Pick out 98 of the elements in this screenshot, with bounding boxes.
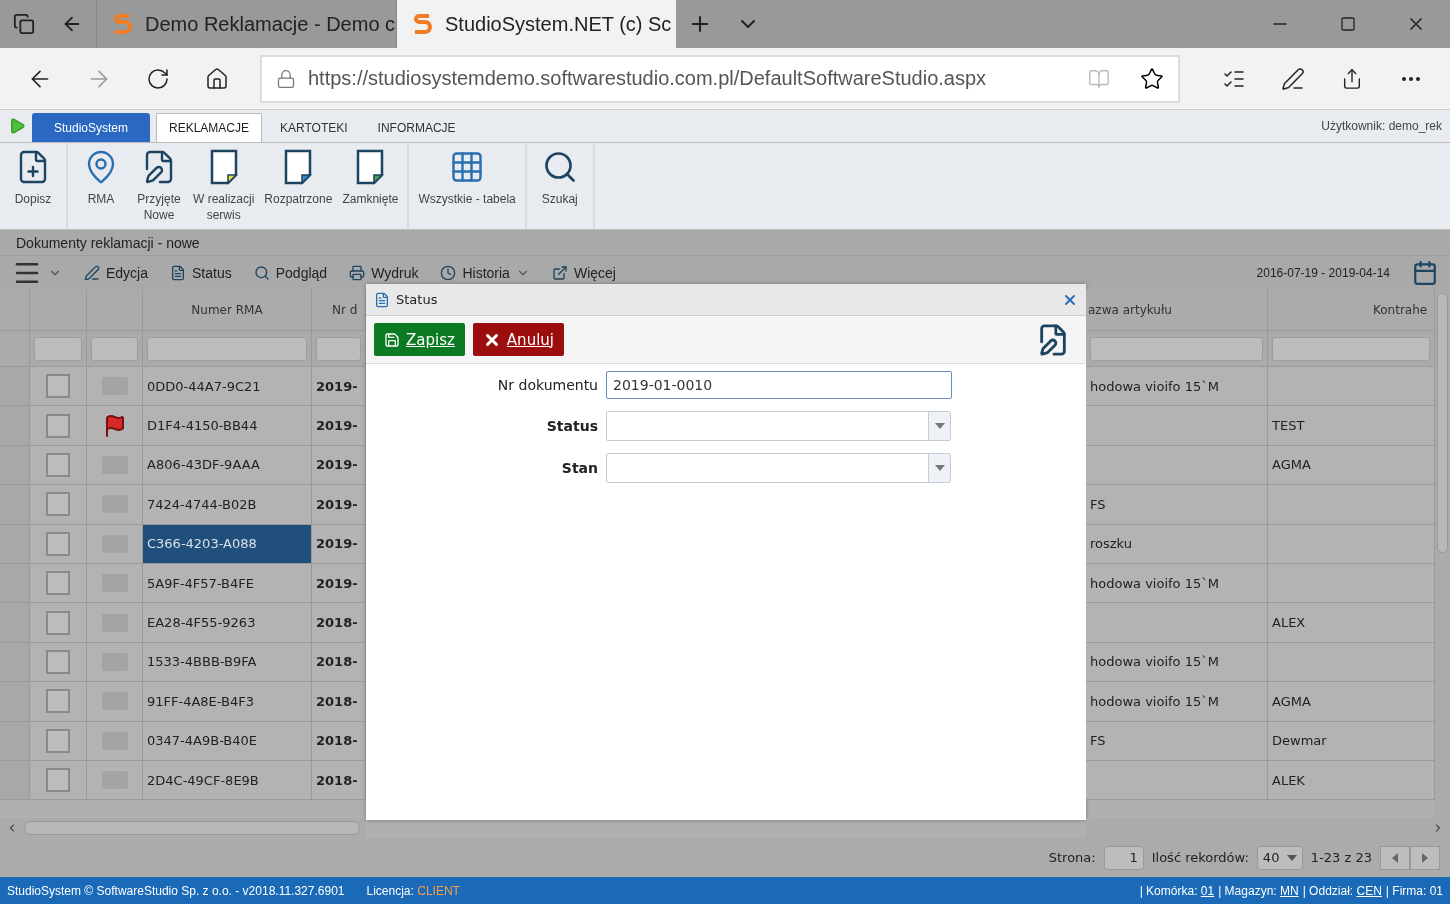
user-label: Użytkownik: demo_rek (1321, 119, 1443, 133)
records-label: Ilość rekordów: (1151, 850, 1249, 865)
external-link-icon (551, 264, 568, 281)
filter-field[interactable] (1090, 336, 1263, 361)
document-icon (170, 264, 187, 281)
copyright-text: StudioSystem © SoftwareStudio Sp. z o.o. - v2018.11.327.6901 (7, 883, 345, 898)
filter-field[interactable] (1272, 336, 1430, 361)
tabs-icon[interactable] (13, 13, 35, 35)
section-title: Dokumenty reklamacji - nowe (0, 230, 1450, 255)
ribbon-button[interactable]: Dopisz (4, 149, 62, 229)
ribbon-button[interactable]: RMA (72, 149, 130, 229)
ribbon-tab[interactable]: KARTOTEKI (268, 113, 360, 142)
scrollbar-thumb[interactable] (24, 821, 360, 835)
calendar-icon[interactable] (1412, 259, 1438, 286)
date-range: 2016-07-19 - 2019-04-14 (1256, 265, 1390, 280)
reading-view-icon[interactable] (1088, 67, 1110, 90)
toolbar-button[interactable]: Więcej (551, 264, 616, 281)
cancel-button[interactable]: Anuluj (472, 323, 564, 356)
dropdown-field[interactable] (606, 411, 951, 441)
browser-tab[interactable]: Demo Reklamacje - Demo c (96, 0, 396, 48)
toolbar-button[interactable]: Podgląd (253, 264, 328, 281)
license-text: Licencja: CLIENT (366, 883, 460, 898)
play-icon[interactable] (8, 117, 26, 135)
ribbon-button[interactable]: Szukaj (530, 149, 589, 229)
status-item: | Firma: 01 (1385, 883, 1443, 898)
toolbar-button[interactable]: Wydruk (349, 264, 419, 281)
dialog-title: Status (396, 292, 438, 307)
page-label: Strona: (1048, 850, 1096, 865)
checkbox[interactable] (46, 689, 70, 714)
home-icon[interactable] (204, 66, 229, 91)
filter-field[interactable] (147, 336, 307, 361)
column-header[interactable]: Kontrahe (1268, 289, 1435, 330)
ribbon-tab[interactable]: INFORMACJE (365, 113, 468, 142)
checkbox[interactable] (46, 728, 70, 753)
status-item[interactable]: | Komórka: 01 (1139, 883, 1215, 898)
checkbox[interactable] (46, 413, 70, 438)
checkbox[interactable] (46, 492, 70, 517)
filter-field[interactable] (34, 336, 82, 361)
ribbon-button[interactable]: W realizacji serwis (188, 149, 260, 229)
document-icon (355, 149, 386, 185)
maximize-icon[interactable] (1340, 16, 1356, 32)
lock-icon (276, 68, 296, 89)
filter-field[interactable] (316, 336, 361, 361)
checkbox[interactable] (46, 452, 70, 477)
browser-tab[interactable]: StudioSystem.NET (c) Sc (396, 0, 676, 48)
document-icon (208, 149, 239, 185)
status-item[interactable]: | Magazyn: MN (1218, 883, 1299, 898)
save-button[interactable]: Zapisz (374, 323, 465, 356)
checkbox[interactable] (46, 571, 70, 596)
records-range: 1-23 z 23 (1310, 850, 1372, 865)
toolbar-button[interactable]: Historia (440, 264, 530, 281)
ribbon-button[interactable]: Przyjęte Nowe (130, 149, 188, 229)
next-icon (1422, 852, 1428, 863)
filter-field[interactable] (91, 336, 138, 361)
dropdown-arrow-icon (934, 423, 945, 429)
ribbon-tab[interactable]: REKLAMACJE (156, 113, 263, 142)
search-icon (253, 264, 270, 281)
next-page-button[interactable] (1410, 845, 1440, 870)
checkbox[interactable] (46, 610, 70, 635)
scrollbar-thumb[interactable] (1437, 293, 1448, 553)
dropdown-arrow-icon (1286, 854, 1297, 861)
document-icon (283, 149, 314, 185)
printer-icon (349, 264, 366, 281)
save-icon (384, 331, 400, 348)
refresh-icon[interactable] (145, 66, 170, 91)
toolbar-button[interactable]: Edycja (84, 264, 149, 281)
checkbox[interactable] (46, 768, 70, 793)
column-header[interactable]: Numer RMA (143, 289, 312, 330)
app-menu-tab[interactable]: StudioSystem (32, 113, 150, 142)
logo-icon (411, 11, 433, 37)
pen-icon[interactable] (1280, 66, 1305, 91)
edit-icon (84, 264, 100, 281)
checkbox[interactable] (46, 374, 70, 399)
records-dropdown[interactable]: 40 (1256, 845, 1303, 870)
previous-icon (1392, 852, 1398, 863)
checkbox[interactable] (46, 649, 70, 674)
toolbar-button[interactable]: Status (170, 264, 232, 281)
checkbox[interactable] (46, 531, 70, 556)
star-icon[interactable] (1140, 66, 1164, 91)
dropdown-field[interactable] (606, 453, 951, 483)
document-icon (374, 291, 390, 308)
column-header[interactable]: azwa artykułu (1086, 289, 1268, 330)
previous-page-button[interactable] (1380, 845, 1410, 870)
dropdown-arrow-icon (934, 465, 945, 471)
ribbon-button[interactable]: Rozpatrzone (259, 149, 338, 229)
page-field[interactable]: 1 (1103, 845, 1144, 870)
table-cell: C366-4203-A088 (143, 524, 312, 563)
field-label: Nr dokumentu (496, 377, 598, 393)
ribbon-button[interactable]: Wszystkie - tabela (413, 149, 521, 229)
clock-icon (440, 264, 457, 281)
ribbon-button[interactable]: Zamknięte (337, 149, 404, 229)
column-header[interactable]: Nr d (312, 289, 366, 330)
logo-icon (111, 11, 133, 37)
status-item[interactable]: | Oddział: CEN (1302, 883, 1382, 898)
text-field[interactable]: 2019-01-0010 (606, 371, 952, 399)
field-label: Stan (560, 460, 598, 476)
field-label: Status (545, 418, 598, 434)
address-field[interactable]: https://studiosystemdemo.softwarestudio.com.pl/DefaultSoftwareStudio.aspx (260, 54, 1180, 103)
